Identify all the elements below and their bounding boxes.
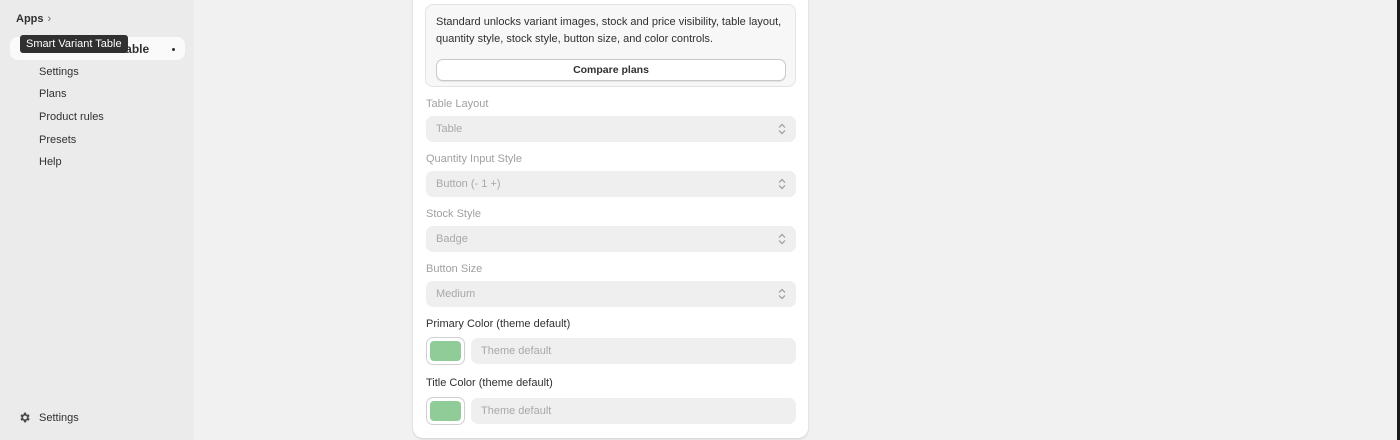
- primary-color-placeholder: Theme default: [481, 345, 552, 357]
- upgrade-banner: Standard unlocks variant images, stock a…: [425, 4, 796, 87]
- settings-card: Standard unlocks variant images, stock a…: [413, 0, 808, 438]
- table-layout-select[interactable]: Table: [426, 116, 796, 142]
- title-color-label: Title Color (theme default): [426, 377, 553, 389]
- table-layout-value: Table: [436, 123, 463, 135]
- title-color-input[interactable]: Theme default: [471, 398, 796, 424]
- sidebar-item-settings[interactable]: Settings: [39, 66, 79, 78]
- quantity-style-label: Quantity Input Style: [426, 153, 522, 165]
- select-arrows-icon: [778, 288, 786, 300]
- select-arrows-icon: [778, 178, 786, 190]
- sidebar-item-plans[interactable]: Plans: [39, 88, 67, 100]
- stock-style-select[interactable]: Badge: [426, 226, 796, 252]
- settings-link[interactable]: Settings: [18, 411, 79, 424]
- primary-color-fill: [430, 341, 461, 361]
- settings-link-label: Settings: [39, 411, 79, 424]
- quantity-style-select[interactable]: Button (- 1 +): [426, 171, 796, 197]
- primary-color-label: Primary Color (theme default): [426, 318, 571, 330]
- primary-color-swatch[interactable]: [426, 337, 465, 365]
- apps-label: Apps: [16, 13, 44, 25]
- select-arrows-icon: [778, 123, 786, 135]
- active-dot-icon: [172, 48, 175, 51]
- stock-style-value: Badge: [436, 233, 468, 245]
- button-size-value: Medium: [436, 288, 476, 300]
- sidebar-item-presets[interactable]: Presets: [39, 134, 76, 146]
- primary-color-input[interactable]: Theme default: [471, 338, 796, 364]
- quantity-style-value: Button (- 1 +): [436, 178, 501, 190]
- title-color-placeholder: Theme default: [481, 405, 552, 417]
- upgrade-text: Standard unlocks variant images, stock a…: [436, 16, 782, 45]
- title-color-fill: [430, 401, 461, 421]
- compare-plans-button[interactable]: Compare plans: [436, 59, 786, 81]
- sidebar: Apps › Smart Variant Table Smart Variant…: [0, 0, 194, 440]
- table-layout-label: Table Layout: [426, 98, 489, 110]
- sidebar-item-product-rules[interactable]: Product rules: [39, 111, 104, 123]
- select-arrows-icon: [778, 233, 786, 245]
- stock-style-label: Stock Style: [426, 208, 482, 220]
- button-size-label: Button Size: [426, 263, 483, 275]
- button-size-select[interactable]: Medium: [426, 281, 796, 307]
- gear-icon: [20, 412, 30, 423]
- apps-breadcrumb[interactable]: Apps ›: [16, 13, 51, 25]
- sidebar-item-help[interactable]: Help: [39, 156, 62, 168]
- chevron-right-icon: ›: [47, 13, 52, 25]
- app-name-tooltip: Smart Variant Table: [20, 35, 128, 53]
- title-color-swatch[interactable]: [426, 397, 465, 425]
